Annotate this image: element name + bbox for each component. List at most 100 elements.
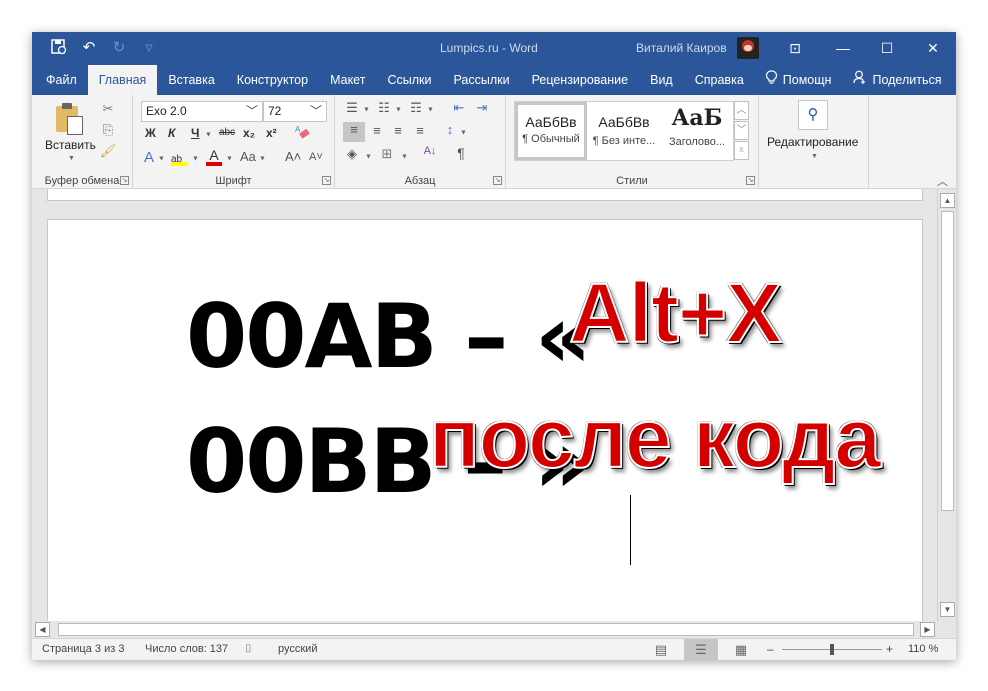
underline-dropdown-icon[interactable]: ▼ <box>205 127 212 141</box>
superscript-button[interactable]: x² <box>266 126 277 140</box>
shrink-font-button[interactable]: A˅ <box>309 151 323 163</box>
bullets-dropdown-icon[interactable]: ▼ <box>363 102 370 116</box>
borders-icon[interactable]: ⊞ <box>378 146 396 162</box>
show-formatting-icon[interactable]: ¶ <box>452 145 470 161</box>
tab-view[interactable]: Вид <box>639 65 684 95</box>
font-launcher-icon[interactable]: ↘ <box>322 176 331 185</box>
tab-mailings[interactable]: Рассылки <box>442 65 520 95</box>
tab-help[interactable]: Справка <box>684 65 755 95</box>
styles-scroll-up-icon[interactable]: ︿ <box>734 101 749 120</box>
numbering-icon[interactable]: ☷ <box>375 100 393 116</box>
font-name-combo[interactable]: Exo 2.0 ﹀ <box>141 101 263 122</box>
style-no-spacing[interactable]: АаБбВв ¶ Без инте... <box>588 102 660 160</box>
tab-layout[interactable]: Макет <box>319 65 376 95</box>
numbering-dropdown-icon[interactable]: ▼ <box>395 102 402 116</box>
scroll-up-icon[interactable]: ▲ <box>940 193 955 208</box>
grow-font-button[interactable]: A˄ <box>285 149 301 164</box>
styles-scroll-down-icon[interactable]: ﹀ <box>734 121 749 140</box>
font-color-dropdown-icon[interactable]: ▼ <box>226 151 233 165</box>
vertical-scrollbar[interactable]: ▲ ▼ <box>937 189 956 621</box>
vertical-scroll-thumb[interactable] <box>941 211 954 511</box>
text-effects-button[interactable]: A <box>144 149 154 166</box>
paragraph-launcher-icon[interactable]: ↘ <box>493 176 502 185</box>
save-icon[interactable] <box>50 38 68 56</box>
editing-button[interactable]: Редактирование <box>767 135 858 149</box>
scroll-right-icon[interactable]: ▶ <box>920 622 935 637</box>
change-case-dropdown-icon[interactable]: ▼ <box>259 151 266 165</box>
borders-dropdown-icon[interactable]: ▼ <box>401 149 408 163</box>
highlight-dropdown-icon[interactable]: ▼ <box>192 151 199 165</box>
zoom-slider-thumb[interactable] <box>830 644 834 655</box>
tab-home[interactable]: Главная <box>87 65 158 95</box>
cut-icon[interactable]: ✂ <box>99 101 117 117</box>
increase-indent-icon[interactable]: ⇥ <box>473 100 491 116</box>
word-count[interactable]: Число слов: 137 <box>145 643 228 655</box>
clear-formatting-icon[interactable]: A <box>293 124 311 143</box>
maximize-button[interactable]: ☐ <box>872 37 902 59</box>
subscript-button[interactable]: x₂ <box>243 126 255 140</box>
tab-insert[interactable]: Вставка <box>157 65 225 95</box>
shading-dropdown-icon[interactable]: ▼ <box>365 149 372 163</box>
styles-launcher-icon[interactable]: ↘ <box>746 176 755 185</box>
copy-icon[interactable]: ⎘ <box>99 122 117 138</box>
paste-dropdown-icon[interactable]: ▼ <box>68 155 75 162</box>
strikethrough-button[interactable]: abc <box>219 127 235 138</box>
zoom-out-button[interactable]: – <box>767 642 774 656</box>
styles-more-icon[interactable]: ⩡ <box>734 141 749 160</box>
read-mode-icon[interactable]: ▤ <box>644 639 678 660</box>
zoom-level[interactable]: 110 % <box>908 643 938 655</box>
avatar[interactable] <box>737 37 759 59</box>
multilevel-dropdown-icon[interactable]: ▼ <box>427 102 434 116</box>
minimize-button[interactable]: — <box>828 37 858 59</box>
paste-icon[interactable] <box>56 103 84 135</box>
zoom-in-button[interactable]: + <box>886 642 893 656</box>
tab-references[interactable]: Ссылки <box>376 65 442 95</box>
language[interactable]: русский <box>278 643 317 655</box>
align-left-icon[interactable]: ≡ <box>343 122 365 142</box>
web-layout-icon[interactable]: ▦ <box>724 639 758 660</box>
underline-button[interactable]: Ч <box>191 126 199 140</box>
multilevel-list-icon[interactable]: ☶ <box>407 100 425 116</box>
shading-icon[interactable]: ◈ <box>343 146 361 162</box>
horizontal-scrollbar[interactable]: ◀ ▶ <box>32 621 956 638</box>
close-button[interactable]: ✕ <box>918 37 948 59</box>
undo-icon[interactable]: ↶ <box>80 38 98 56</box>
tab-design[interactable]: Конструктор <box>226 65 319 95</box>
highlight-button[interactable]: ab <box>171 149 189 166</box>
sort-icon[interactable]: А↓ <box>421 145 439 157</box>
paste-button[interactable]: Вставить <box>45 138 96 152</box>
chevron-down-icon[interactable]: ﹀ <box>246 102 258 119</box>
proofing-icon[interactable]: ⌷ <box>245 643 252 656</box>
customize-qat-icon[interactable]: ▿ <box>140 38 158 56</box>
format-painter-icon[interactable]: 🖌 <box>99 143 117 159</box>
decrease-indent-icon[interactable]: ⇤ <box>450 100 468 116</box>
tab-file[interactable]: Файл <box>32 65 88 95</box>
redo-icon[interactable]: ↻ <box>110 38 128 56</box>
print-layout-icon[interactable]: ☰ <box>684 639 718 660</box>
user-name[interactable]: Виталий Каиров <box>636 41 727 55</box>
align-center-icon[interactable]: ≡ <box>368 123 386 138</box>
document-line-1[interactable]: 00AB – « <box>186 285 592 388</box>
chevron-down-icon[interactable]: ﹀ <box>310 102 322 119</box>
font-color-button[interactable]: A <box>205 147 223 166</box>
text-effects-dropdown-icon[interactable]: ▼ <box>158 151 165 165</box>
horizontal-scroll-thumb[interactable] <box>58 623 914 636</box>
line-spacing-dropdown-icon[interactable]: ▼ <box>460 125 467 139</box>
ribbon-display-options-button[interactable]: ⊡ <box>780 37 810 59</box>
italic-button[interactable]: К <box>168 126 175 140</box>
find-icon[interactable]: ⚲ <box>798 100 828 130</box>
align-right-icon[interactable]: ≡ <box>389 123 407 138</box>
line-spacing-icon[interactable]: ↕ <box>441 122 459 137</box>
tab-review[interactable]: Рецензирование <box>521 65 640 95</box>
change-case-button[interactable]: Aa <box>240 149 256 164</box>
scroll-left-icon[interactable]: ◀ <box>35 622 50 637</box>
share-button[interactable]: Поделиться <box>842 65 952 95</box>
style-normal[interactable]: АаБбВв ¶ Обычный <box>515 102 587 160</box>
font-size-combo[interactable]: 72 ﹀ <box>263 101 327 122</box>
scroll-down-icon[interactable]: ▼ <box>940 602 955 617</box>
tell-me-button[interactable]: Помощн <box>755 65 843 95</box>
editing-dropdown-icon[interactable]: ▼ <box>811 153 818 160</box>
collapse-ribbon-icon[interactable]: ︿ <box>937 173 948 189</box>
page-count[interactable]: Страница 3 из 3 <box>42 643 124 655</box>
bold-button[interactable]: Ж <box>145 126 156 140</box>
